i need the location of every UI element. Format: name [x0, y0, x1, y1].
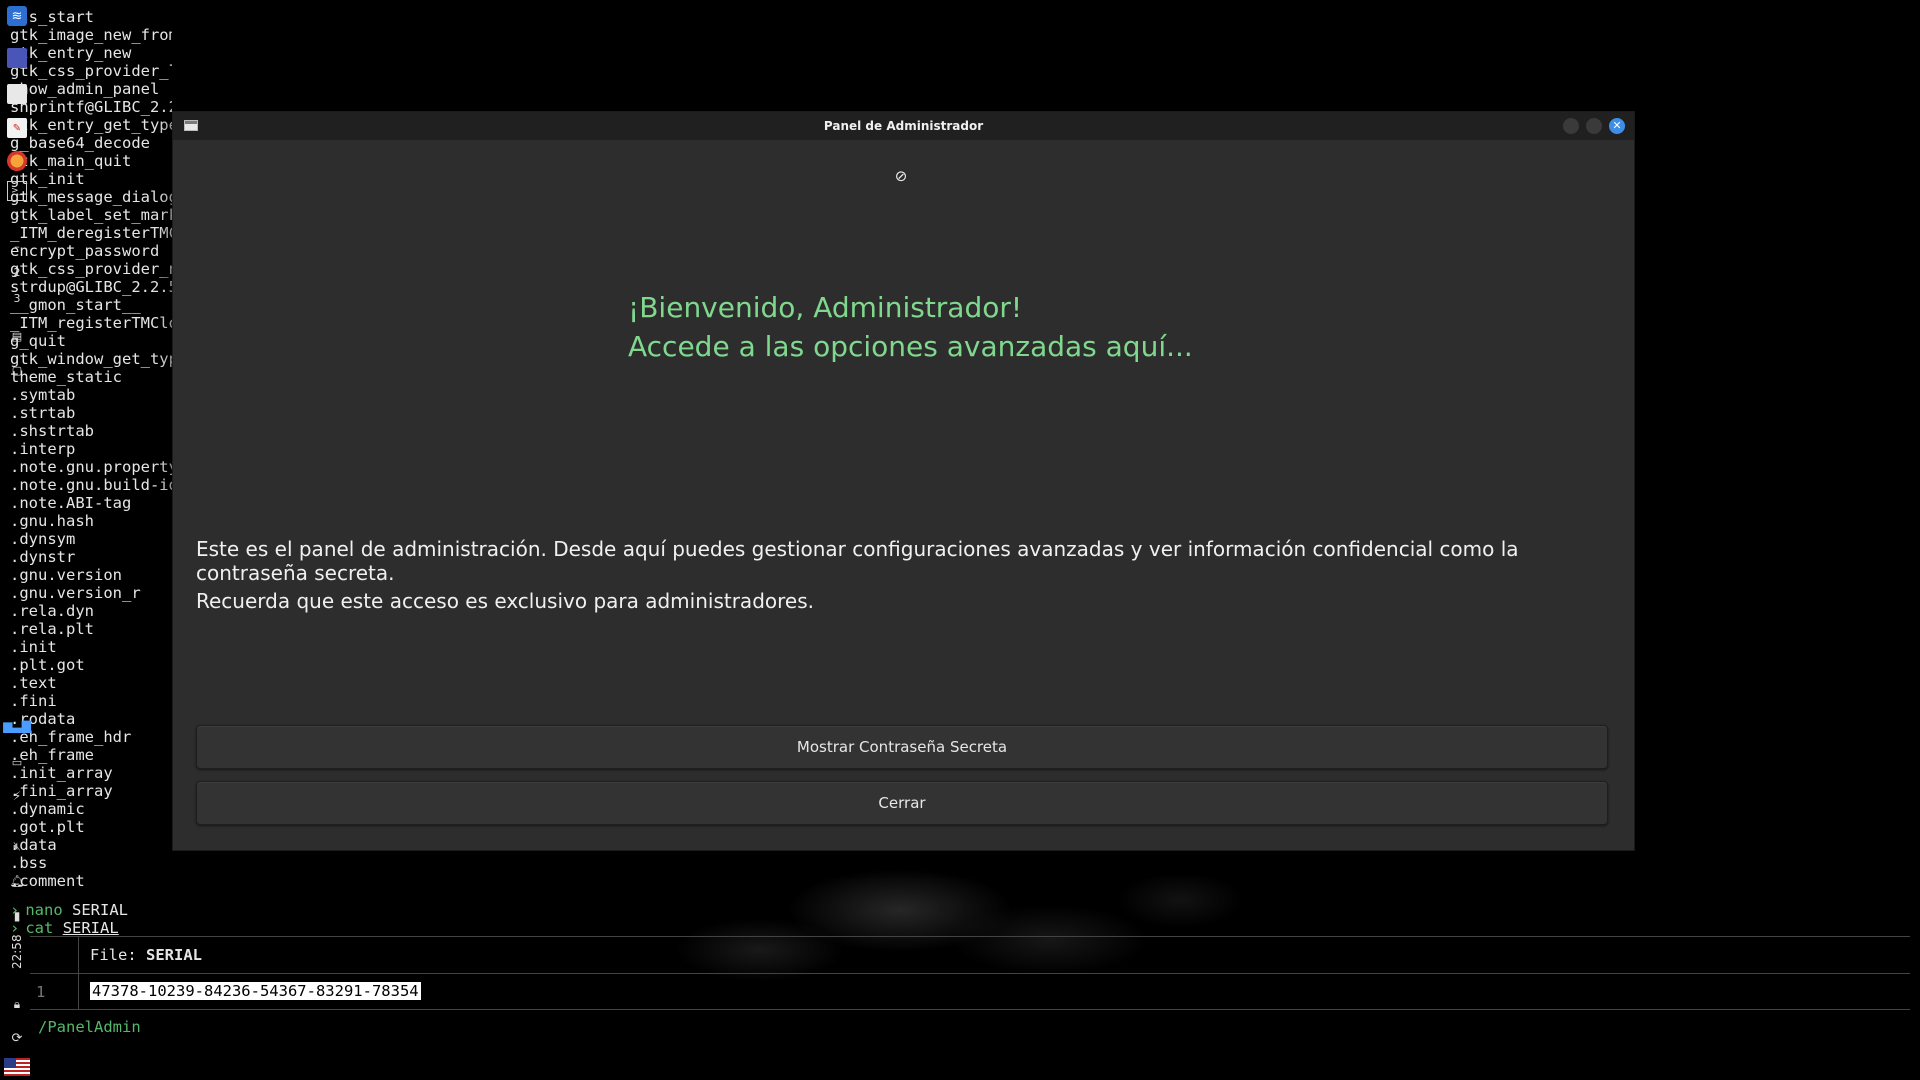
network-icon[interactable]: ⚡: [7, 786, 27, 806]
workspace-4-icon[interactable]: 3: [7, 288, 27, 308]
side-dock: ≋ ✎ >_ › – 2 3 ▤ ▢ ▆▃▇ ▭ ⚡ 🔇︎ 🔔︎ ▮ 22:58…: [0, 0, 34, 1080]
desktop: oss_startgtk_image_new_from_filegtk_entr…: [0, 0, 1920, 1080]
bat-file-header: File: SERIAL: [90, 946, 203, 964]
broken-image-icon: ⊘: [894, 167, 908, 185]
workspace-2-icon[interactable]: –: [7, 236, 27, 256]
display-icon[interactable]: ▭: [7, 752, 27, 772]
window-title: Panel de Administrador: [823, 119, 984, 133]
workspace-3-icon[interactable]: 2: [7, 262, 27, 282]
volume-muted-icon[interactable]: 🔇︎: [7, 836, 27, 856]
window-titlebar[interactable]: Panel de Administrador ✕: [173, 112, 1634, 140]
file-manager-icon[interactable]: [7, 84, 27, 104]
kali-menu-icon[interactable]: ≋: [7, 6, 27, 26]
close-button[interactable]: Cerrar: [196, 781, 1608, 825]
maximize-button[interactable]: [1586, 118, 1602, 134]
workspace-1-icon[interactable]: ›: [7, 206, 27, 226]
firefox-icon[interactable]: [7, 151, 27, 171]
window-list-icon[interactable]: ▤: [7, 326, 27, 346]
lock-icon[interactable]: 🔒︎: [7, 994, 27, 1014]
minimize-button[interactable]: [1563, 118, 1579, 134]
serial-value[interactable]: 47378-10239-84236-54367-83291-78354: [90, 982, 421, 1000]
bat-line-number: 1: [36, 983, 46, 1001]
panel-description: Este es el panel de administración. Desd…: [196, 537, 1519, 585]
logout-icon[interactable]: ⟳: [7, 1028, 27, 1048]
keyboard-layout-flag-icon[interactable]: [4, 1058, 30, 1076]
desktop-icon[interactable]: [7, 48, 27, 68]
prompt-path: /PanelAdmin: [38, 1018, 141, 1036]
terminal-icon[interactable]: >_: [7, 181, 27, 201]
text-editor-icon[interactable]: ✎: [7, 118, 27, 138]
battery-icon: ▮: [13, 909, 21, 923]
notifications-icon[interactable]: 🔔︎: [7, 871, 27, 891]
close-window-button[interactable]: ✕: [1609, 118, 1625, 134]
admin-only-notice: Recuerda que este acceso es exclusivo pa…: [196, 589, 814, 613]
window-list-icon-2[interactable]: ▢: [7, 360, 27, 380]
admin-panel-window: Panel de Administrador ✕ ⊘ ¡Bienvenido, …: [172, 111, 1635, 851]
cpu-graph-icon: ▆▃▇: [3, 719, 31, 733]
bat-output-frame: File: SERIAL 1 47378-10239-84236-54367-8…: [30, 936, 1910, 1010]
welcome-message: ¡Bienvenido, Administrador! Accede a las…: [628, 291, 1193, 363]
clock[interactable]: 22:58: [5, 930, 29, 974]
show-secret-password-button[interactable]: Mostrar Contraseña Secreta: [196, 725, 1608, 769]
